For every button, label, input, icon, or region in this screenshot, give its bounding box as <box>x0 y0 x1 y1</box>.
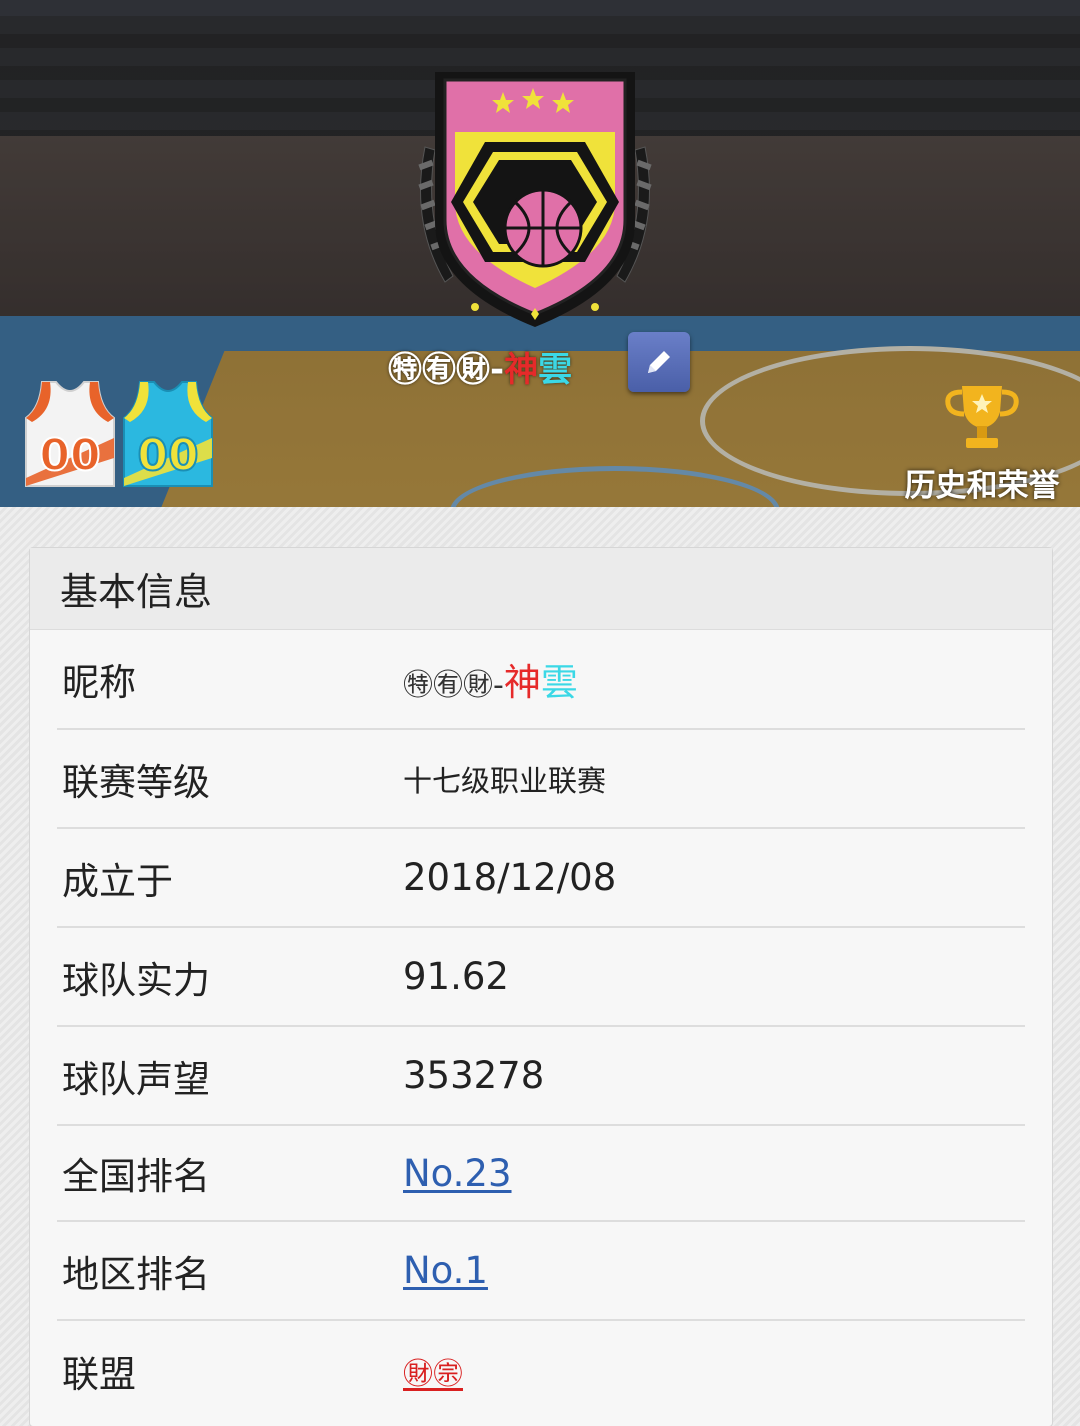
info-key: 联赛等级 <box>62 760 210 804</box>
info-row-regional-rank: 地区排名 No.1 <box>57 1222 1025 1321</box>
team-name-prefix: ㊕㊒㊖- <box>388 349 505 390</box>
team-name-char-red: 神 <box>504 349 539 390</box>
team-banner: ㊕㊒㊖- 神雲 00 00 历史和荣誉 <box>0 16 1080 507</box>
info-value-team-strength: 91.62 <box>403 955 509 998</box>
info-key: 全国排名 <box>62 1155 210 1198</box>
alliance-link[interactable]: ㊖㊪ <box>403 1349 463 1393</box>
info-key: 球队声望 <box>62 1057 210 1101</box>
edit-name-button[interactable] <box>628 332 690 392</box>
info-row-national-rank: 全国排名 No.23 <box>57 1126 1025 1222</box>
content-area: 基本信息 昵称 ㊕㊒㊖-神雲 联赛等级 十七级职业联赛 成立于 2018/12/… <box>0 507 1080 1426</box>
info-key: 联盟 <box>62 1353 136 1396</box>
info-value-team-prestige: 353278 <box>403 1054 545 1097</box>
history-honors-label: 历史和荣誉 <box>904 468 1060 504</box>
info-value-league-level: 十七级职业联赛 <box>403 763 607 798</box>
home-jersey-number: 00 <box>39 430 100 481</box>
team-name: ㊕㊒㊖- 神雲 <box>388 344 573 390</box>
info-key: 球队实力 <box>62 958 210 1002</box>
info-key: 成立于 <box>62 859 173 903</box>
basic-info-title: 基本信息 <box>30 548 1052 630</box>
pencil-icon <box>648 351 670 373</box>
info-row-alliance: 联盟 ㊖㊪ <box>57 1321 1025 1421</box>
away-jersey-icon[interactable]: 00 <box>122 378 214 490</box>
info-row-nickname: 昵称 ㊕㊒㊖-神雲 <box>57 630 1025 730</box>
home-jersey-icon[interactable]: 00 <box>24 378 116 490</box>
info-row-team-prestige: 球队声望 353278 <box>57 1027 1025 1126</box>
away-jersey-number: 00 <box>137 430 198 481</box>
info-key: 昵称 <box>62 661 136 704</box>
basic-info-card: 基本信息 昵称 ㊕㊒㊖-神雲 联赛等级 十七级职业联赛 成立于 2018/12/… <box>29 547 1053 1426</box>
info-key: 地区排名 <box>62 1252 210 1296</box>
info-row-founded: 成立于 2018/12/08 <box>57 829 1025 928</box>
info-row-league-level: 联赛等级 十七级职业联赛 <box>57 730 1025 829</box>
status-bar <box>0 0 1080 16</box>
history-honors-button[interactable]: 历史和荣誉 <box>894 382 1070 504</box>
team-crest-icon <box>418 72 652 327</box>
team-name-char-cyan: 雲 <box>538 349 573 390</box>
regional-rank-link[interactable]: No.1 <box>403 1249 488 1292</box>
national-rank-link[interactable]: No.23 <box>403 1152 512 1195</box>
trophy-icon <box>945 386 1019 448</box>
info-value-founded: 2018/12/08 <box>403 856 617 899</box>
info-value-nickname: ㊕㊒㊖-神雲 <box>403 661 578 704</box>
info-row-team-strength: 球队实力 91.62 <box>57 928 1025 1027</box>
